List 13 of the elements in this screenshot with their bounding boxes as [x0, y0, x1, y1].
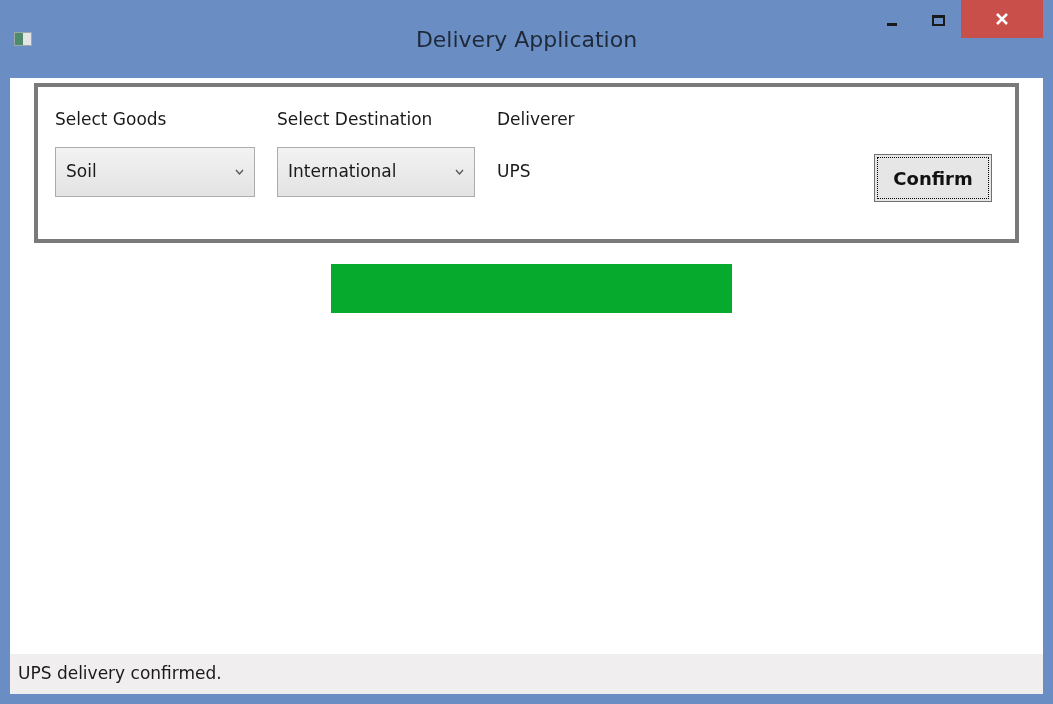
- deliverer-value: UPS: [497, 159, 532, 183]
- field-label: Select Goods: [55, 108, 168, 131]
- status-text: UPS delivery confirmed.: [18, 662, 222, 686]
- dropdown[interactable]: International: [277, 146, 475, 197]
- window-title: Delivery Application: [415, 25, 638, 54]
- field-label: Deliverer: [497, 108, 576, 131]
- app-icon: [14, 32, 32, 46]
- chevron-icon: [455, 168, 464, 175]
- field-label: Select Destination: [277, 108, 434, 131]
- close-icon: [995, 12, 1009, 26]
- confirm-button[interactable]: Confirm: [874, 154, 992, 202]
- dropdown[interactable]: Soil: [55, 146, 255, 197]
- chevron-icon: [235, 168, 244, 175]
